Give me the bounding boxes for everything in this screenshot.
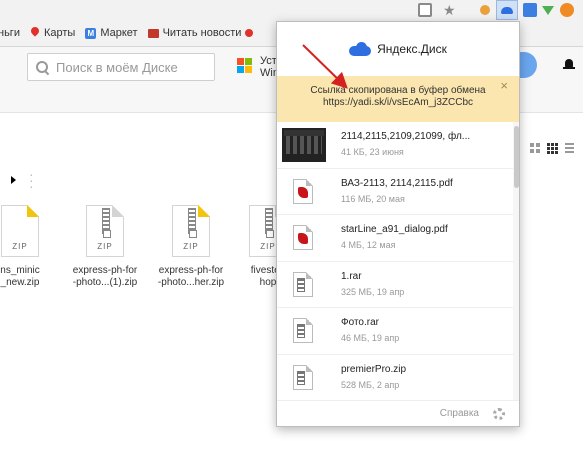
list-item[interactable]: starLine_a91_dialog.pdf 4 МБ, 12 мая: [277, 215, 513, 262]
file-name: starLine_a91_dialog.pdf: [341, 224, 448, 235]
tiles-view-icon[interactable]: [530, 143, 540, 153]
list-item[interactable]: ВАЗ-2113, 2114,2115.pdf 116 МБ, 20 мая: [277, 169, 513, 215]
archive-icon: [293, 318, 313, 343]
play-icon[interactable]: [11, 176, 16, 184]
link-copied-notice: Ссылка скопирована в буфер обмена https:…: [277, 76, 519, 122]
pdf-icon: [293, 225, 313, 250]
file-tile[interactable]: ZIP ns_minic _new.zip: [0, 205, 56, 289]
grid-view-icon[interactable]: [547, 143, 559, 154]
file-name: 2114,2115,2109,21099, фл...: [341, 131, 471, 142]
popup-footer: Справка: [277, 400, 519, 426]
bookmark-label: Карты: [43, 27, 76, 39]
scrollbar-thumb[interactable]: [514, 126, 519, 188]
help-link[interactable]: Справка: [440, 408, 479, 419]
extension-icon[interactable]: [542, 6, 554, 15]
recent-files-list: 2114,2115,2109,21099, фл... 41 КБ, 23 ию…: [277, 122, 513, 400]
list-item[interactable]: premierPro.zip 528 МБ, 2 апр: [277, 355, 513, 401]
bookmark-item-maps[interactable]: Карты: [30, 27, 75, 39]
file-tile[interactable]: ZIP express-ph-for -photo...(1).zip: [69, 205, 141, 289]
file-name: Фото.rar: [341, 317, 379, 328]
photo-thumbnail: [282, 128, 326, 162]
yandex-disk-extension-icon[interactable]: [496, 0, 518, 20]
file-name: ВАЗ-2113, 2114,2115.pdf: [341, 177, 453, 189]
zip-file-icon: ZIP: [172, 205, 210, 257]
bookmark-item[interactable]: ньги: [0, 27, 20, 39]
yandex-disk-popup: Яндекс.Диск Ссылка скопирована в буфер о…: [276, 21, 520, 427]
zip-file-icon: ZIP: [1, 205, 39, 257]
shared-link[interactable]: https://yadi.sk/i/vsEcAm_j3ZCCbc: [277, 97, 519, 109]
file-name: 1.rar: [341, 270, 362, 282]
popup-brand[interactable]: Яндекс.Диск: [377, 42, 447, 56]
bookmark-label: Читать новости: [162, 27, 242, 39]
browser-address-area: ★: [0, 0, 583, 20]
scrollbar[interactable]: [513, 122, 519, 400]
bookmark-item-news[interactable]: Читать новости: [147, 27, 254, 39]
notice-message: Ссылка скопирована в буфер обмена: [310, 85, 486, 96]
map-pin-icon: [30, 27, 40, 39]
view-switcher[interactable]: [530, 141, 574, 155]
search-icon: [36, 61, 48, 73]
windows-logo-icon: [237, 58, 253, 74]
list-view-icon[interactable]: [565, 143, 574, 154]
search-input[interactable]: Поиск в моём Диске: [27, 53, 215, 81]
market-icon: M: [85, 27, 97, 39]
file-meta: 528 МБ, 2 апр: [341, 379, 400, 390]
page-info-icon[interactable]: [418, 3, 432, 17]
close-icon[interactable]: ×: [500, 79, 508, 92]
file-meta: 116 МБ, 20 мая: [341, 193, 405, 204]
bookmark-label: Маркет: [100, 27, 138, 39]
more-options-icon[interactable]: · · ·: [29, 167, 34, 193]
file-meta: 325 МБ, 19 апр: [341, 286, 405, 297]
pdf-icon: [293, 178, 313, 204]
file-tile[interactable]: ZIP express-ph-for -photo...her.zip: [155, 205, 227, 289]
extension-icon[interactable]: [523, 3, 537, 17]
file-meta: 4 МБ, 12 мая: [341, 240, 396, 250]
bookmark-item-market[interactable]: M Маркет: [85, 27, 138, 39]
file-name: premierPro.zip: [341, 363, 407, 375]
search-placeholder: Поиск в моём Диске: [56, 59, 178, 75]
extension-icon[interactable]: [478, 3, 492, 17]
news-icon: [245, 29, 254, 37]
news-icon: [147, 28, 159, 38]
extension-icon[interactable]: [560, 3, 574, 17]
popup-header: Яндекс.Диск: [277, 22, 519, 76]
list-item[interactable]: 1.rar 325 МБ, 19 апр: [277, 262, 513, 308]
bookmark-label: ньги: [0, 27, 20, 39]
gear-icon[interactable]: [493, 408, 505, 420]
bookmark-star-icon[interactable]: ★: [443, 3, 457, 17]
archive-icon: [293, 364, 313, 390]
file-meta: 46 МБ, 19 апр: [341, 333, 400, 343]
notification-icon[interactable]: [563, 58, 575, 70]
list-item[interactable]: 2114,2115,2109,21099, фл... 41 КБ, 23 ию…: [277, 122, 513, 169]
archive-icon: [293, 271, 313, 297]
zip-file-icon: ZIP: [86, 205, 124, 257]
list-item[interactable]: Фото.rar 46 МБ, 19 апр: [277, 308, 513, 355]
file-meta: 41 КБ, 23 июня: [341, 147, 404, 157]
yandex-disk-cloud-icon: [349, 42, 372, 56]
